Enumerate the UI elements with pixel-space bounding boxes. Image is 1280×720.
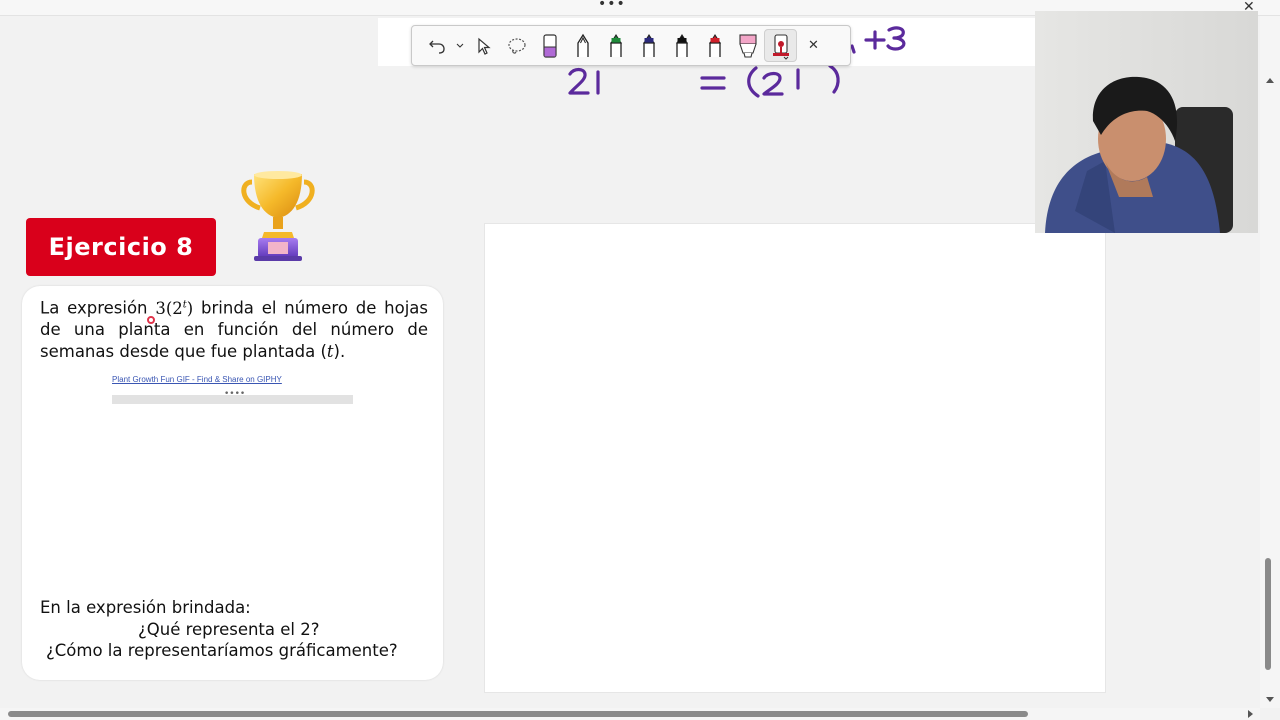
gif-embed-bar[interactable]: •••• [112, 389, 353, 404]
pen-icon [609, 33, 622, 57]
presenter-image [1035, 11, 1258, 233]
select-tool-button[interactable] [467, 29, 500, 62]
pen-black-button[interactable] [665, 29, 698, 62]
math-expression: 3(2t) [155, 299, 193, 318]
undo-menu-button[interactable] [453, 29, 467, 62]
gif-bar-handle: •••• [224, 389, 246, 399]
ruler-pen-icon [772, 33, 789, 60]
undo-button[interactable] [420, 29, 453, 62]
webcam-feed [1035, 11, 1258, 233]
vertical-scrollbar[interactable] [1260, 16, 1280, 708]
question-2: ¿Cómo la representaríamos gráficamente? [46, 641, 398, 660]
lasso-icon [507, 37, 526, 54]
chevron-down-icon [456, 43, 464, 48]
statement-end: ). [333, 341, 346, 361]
trophy-icon [241, 171, 315, 261]
pen-icon [576, 33, 589, 57]
exercise-title: Ejercicio 8 [48, 233, 194, 261]
eraser-icon [542, 33, 557, 58]
close-icon: ✕ [808, 38, 819, 53]
ruler-pen-button[interactable] [764, 29, 797, 62]
question-intro: En la expresión brindada: [40, 598, 251, 617]
highlighter-pink-button[interactable] [731, 29, 764, 62]
pen-outline-button[interactable] [566, 29, 599, 62]
toolbar-close-button[interactable]: ✕ [797, 29, 830, 62]
lasso-tool-button[interactable] [500, 29, 533, 62]
embedded-frame[interactable] [484, 223, 1106, 693]
scroll-down-arrow-icon[interactable] [1266, 697, 1274, 702]
horizontal-scrollbar[interactable] [0, 708, 1260, 720]
pen-icon [675, 33, 688, 57]
math-variable: t [326, 341, 334, 361]
pen-navy-button[interactable] [632, 29, 665, 62]
laser-pointer [147, 316, 155, 324]
undo-icon [428, 40, 445, 54]
question-1: ¿Qué representa el 2? [138, 620, 320, 639]
scroll-up-arrow-icon[interactable] [1266, 78, 1274, 83]
pen-green-button[interactable] [599, 29, 632, 62]
exercise-statement: La expresión 3(2t) brinda el número de h… [40, 294, 428, 362]
ink-toolbar: ✕ [411, 25, 851, 66]
pen-red-button[interactable] [698, 29, 731, 62]
scroll-right-arrow-icon[interactable] [1248, 710, 1253, 718]
exercise-badge: Ejercicio 8 [26, 218, 216, 276]
highlighter-icon [738, 33, 757, 58]
giphy-link[interactable]: Plant Growth Fun GIF - Find & Share on G… [112, 375, 282, 384]
horizontal-scroll-thumb[interactable] [8, 711, 1028, 717]
statement-text: La expresión [40, 298, 156, 318]
pen-icon [642, 33, 655, 57]
vertical-scroll-thumb[interactable] [1265, 558, 1271, 670]
select-cursor-icon [477, 37, 491, 55]
pen-icon [708, 33, 721, 57]
math-base: 3(2 [155, 298, 183, 318]
eraser-tool-button[interactable] [533, 29, 566, 62]
